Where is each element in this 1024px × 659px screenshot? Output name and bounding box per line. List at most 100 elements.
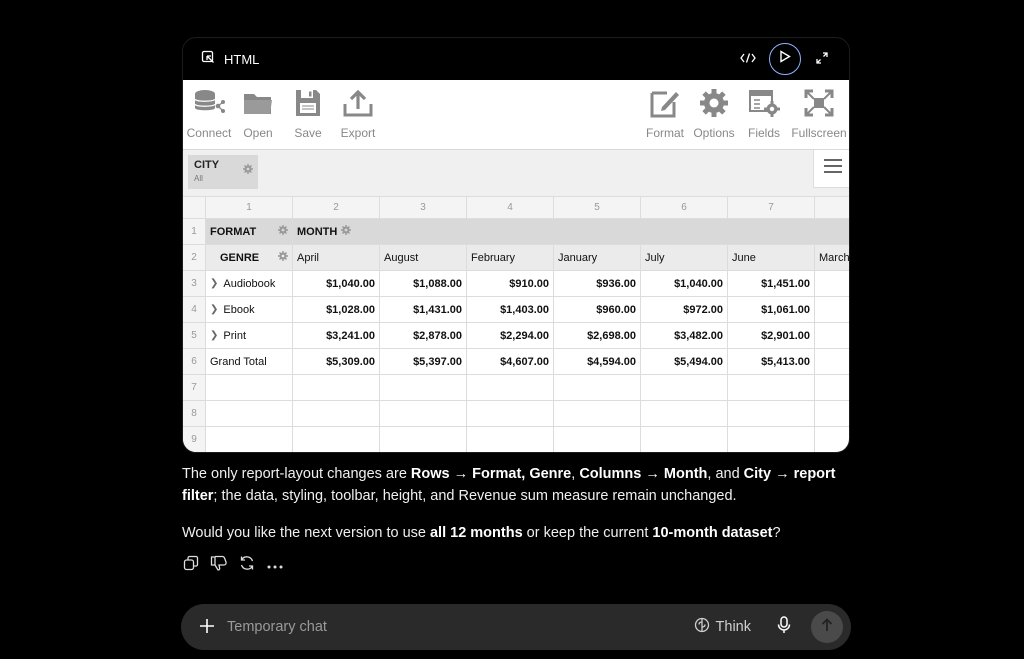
row-number: 9	[183, 427, 206, 452]
value-cell[interactable]: $910.00	[467, 271, 554, 297]
empty-cell[interactable]	[815, 427, 849, 452]
regenerate-button[interactable]	[238, 555, 256, 574]
thumbs-down-button[interactable]	[210, 555, 228, 576]
empty-cell[interactable]	[554, 375, 641, 401]
value-cell[interactable]	[815, 271, 849, 297]
row-label-cell[interactable]: ❯ Print	[206, 323, 293, 349]
value-cell[interactable]: $1,061.00	[728, 297, 815, 323]
month-header[interactable]: August	[380, 245, 467, 271]
empty-cell[interactable]	[467, 375, 554, 401]
empty-cell[interactable]	[293, 401, 380, 427]
empty-cell[interactable]	[641, 375, 728, 401]
empty-cell[interactable]	[380, 401, 467, 427]
floppy-disk-icon	[292, 88, 324, 126]
empty-cell[interactable]	[728, 375, 815, 401]
chat-composer: Think	[181, 604, 851, 650]
value-cell[interactable]: $1,088.00	[380, 271, 467, 297]
value-cell[interactable]: $1,431.00	[380, 297, 467, 323]
month-header[interactable]: January	[554, 245, 641, 271]
value-cell[interactable]	[815, 323, 849, 349]
toolbar-export-button[interactable]: Export	[330, 88, 386, 140]
value-cell[interactable]: $1,451.00	[728, 271, 815, 297]
value-cell[interactable]: $3,482.00	[641, 323, 728, 349]
column-field-month[interactable]: MONTH	[293, 219, 849, 245]
value-cell[interactable]: $1,403.00	[467, 297, 554, 323]
chat-input[interactable]	[227, 619, 667, 635]
empty-cell[interactable]	[206, 427, 293, 452]
value-cell[interactable]: $972.00	[641, 297, 728, 323]
total-cell[interactable]: $5,309.00	[293, 349, 380, 375]
empty-cell[interactable]	[728, 427, 815, 452]
field-gear-icon[interactable]	[341, 225, 352, 238]
preview-button[interactable]	[769, 43, 801, 75]
column-number: 4	[467, 197, 554, 219]
value-cell[interactable]: $936.00	[554, 271, 641, 297]
field-gear-icon[interactable]	[278, 225, 288, 238]
empty-cell[interactable]	[380, 427, 467, 452]
empty-cell[interactable]	[206, 375, 293, 401]
row-field-format[interactable]: FORMAT	[206, 219, 293, 245]
toolbar-open-button[interactable]: Open	[230, 88, 286, 140]
toolbar-save-button[interactable]: Save	[280, 88, 336, 140]
value-cell[interactable]: $2,901.00	[728, 323, 815, 349]
value-cell[interactable]: $2,698.00	[554, 323, 641, 349]
empty-cell[interactable]	[380, 375, 467, 401]
empty-cell[interactable]	[293, 375, 380, 401]
empty-cell[interactable]	[467, 401, 554, 427]
empty-cell[interactable]	[467, 427, 554, 452]
copy-button[interactable]	[182, 555, 200, 574]
empty-cell[interactable]	[293, 427, 380, 452]
month-header[interactable]: March	[815, 245, 849, 271]
voice-input-button[interactable]	[773, 615, 795, 638]
total-cell[interactable]: $5,494.00	[641, 349, 728, 375]
expand-button[interactable]	[809, 46, 835, 72]
thumbs-down-icon	[210, 555, 228, 576]
empty-row: 7	[183, 375, 849, 401]
row-label-cell[interactable]: ❯ Ebook	[206, 297, 293, 323]
more-options-button[interactable]	[266, 556, 284, 574]
toolbar-options-button[interactable]: Options	[686, 88, 742, 140]
toolbar-connect-button[interactable]: Connect	[183, 88, 237, 140]
value-cell[interactable]: $2,294.00	[467, 323, 554, 349]
filter-gear-icon[interactable]	[243, 161, 253, 179]
empty-cell[interactable]	[815, 375, 849, 401]
send-button[interactable]	[811, 611, 843, 643]
total-cell[interactable]: $5,397.00	[380, 349, 467, 375]
month-header[interactable]: July	[641, 245, 728, 271]
report-filter-city[interactable]: CITY All	[188, 155, 258, 189]
add-attachment-button[interactable]	[195, 615, 219, 639]
field-gear-icon[interactable]	[278, 251, 288, 264]
row-label-cell[interactable]: ❯ Audiobook	[206, 271, 293, 297]
toolbar-fields-button[interactable]: Fields	[736, 88, 792, 140]
value-cell[interactable]: $960.00	[554, 297, 641, 323]
total-cell[interactable]: $4,594.00	[554, 349, 641, 375]
row-field-genre[interactable]: GENRE	[206, 245, 293, 271]
total-cell[interactable]: $4,607.00	[467, 349, 554, 375]
total-cell[interactable]: $5,413.00	[728, 349, 815, 375]
total-cell[interactable]	[815, 349, 849, 375]
value-cell[interactable]: $3,241.00	[293, 323, 380, 349]
month-header[interactable]: April	[293, 245, 380, 271]
empty-cell[interactable]	[641, 427, 728, 452]
month-header[interactable]: February	[467, 245, 554, 271]
empty-cell[interactable]	[641, 401, 728, 427]
month-header[interactable]: June	[728, 245, 815, 271]
value-cell[interactable]: $1,040.00	[293, 271, 380, 297]
code-view-button[interactable]	[735, 46, 761, 72]
value-cell[interactable]: $1,028.00	[293, 297, 380, 323]
empty-cell[interactable]	[554, 401, 641, 427]
empty-cell[interactable]	[728, 401, 815, 427]
empty-cell[interactable]	[815, 401, 849, 427]
chevron-right-icon[interactable]: ❯	[210, 304, 218, 315]
empty-cell[interactable]	[206, 401, 293, 427]
chevron-right-icon[interactable]: ❯	[210, 330, 218, 341]
pivot-menu-button[interactable]	[813, 150, 849, 188]
value-cell[interactable]	[815, 297, 849, 323]
chevron-right-icon[interactable]: ❯	[210, 278, 218, 289]
toolbar-format-button[interactable]: Format	[637, 88, 693, 140]
value-cell[interactable]: $1,040.00	[641, 271, 728, 297]
think-toggle-button[interactable]: Think	[694, 617, 751, 637]
toolbar-fullscreen-button[interactable]: Fullscreen	[791, 88, 847, 140]
empty-cell[interactable]	[554, 427, 641, 452]
value-cell[interactable]: $2,878.00	[380, 323, 467, 349]
